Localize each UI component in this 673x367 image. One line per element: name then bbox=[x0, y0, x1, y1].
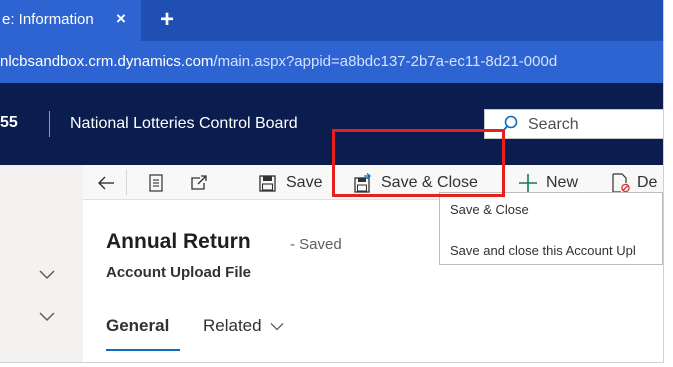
record-status: - Saved bbox=[290, 236, 342, 253]
save-button[interactable]: Save bbox=[259, 170, 322, 196]
form-selector-button[interactable] bbox=[149, 170, 163, 196]
form-icon bbox=[149, 174, 163, 192]
browser-tab[interactable]: e: Information × bbox=[0, 0, 141, 41]
open-in-new-window-button[interactable] bbox=[190, 170, 208, 196]
org-name[interactable]: National Lotteries Control Board bbox=[70, 115, 298, 133]
save-icon bbox=[259, 174, 276, 192]
address-bar[interactable]: nlcbsandbox.crm.dynamics.com/main.aspx?a… bbox=[0, 41, 663, 83]
tab-related[interactable]: Related bbox=[203, 316, 284, 336]
url-path: /main.aspx?appid=a8bdc137-2b7a-ec11-8d21… bbox=[213, 53, 558, 70]
app-brand[interactable]: 55 bbox=[0, 114, 18, 132]
tab-related-label: Related bbox=[203, 316, 262, 335]
tab-general[interactable]: General bbox=[106, 316, 169, 336]
record-entity-type: Account Upload File bbox=[106, 264, 252, 281]
open-new-window-icon bbox=[191, 175, 207, 190]
delete-icon bbox=[612, 173, 630, 193]
screenshot-frame: e: Information × + nlcbsandbox.crm.dynam… bbox=[0, 0, 664, 363]
search-box[interactable]: Search bbox=[484, 109, 663, 139]
save-and-close-tooltip: Save & Close Save and close this Account… bbox=[439, 192, 663, 265]
back-arrow-icon bbox=[98, 176, 114, 190]
close-icon[interactable]: × bbox=[116, 9, 126, 29]
browser-tab-strip: e: Information × + bbox=[0, 0, 663, 41]
active-tab-indicator bbox=[106, 349, 180, 351]
highlight-box bbox=[332, 129, 505, 197]
search-placeholder: Search bbox=[528, 116, 579, 133]
save-label: Save bbox=[286, 174, 323, 191]
tooltip-description: Save and close this Account Upl bbox=[450, 243, 636, 258]
back-button[interactable] bbox=[97, 170, 115, 196]
header-divider bbox=[49, 111, 50, 137]
new-label: New bbox=[546, 174, 579, 191]
url-host: nlcbsandbox.crm.dynamics.com bbox=[0, 53, 214, 70]
browser-tab-title: e: Information bbox=[2, 11, 94, 28]
record-title: Annual Return bbox=[106, 230, 251, 253]
plus-icon bbox=[519, 174, 537, 192]
left-nav bbox=[0, 165, 83, 362]
tooltip-title: Save & Close bbox=[450, 202, 529, 217]
chevron-down-icon bbox=[270, 322, 284, 330]
plus-icon[interactable]: + bbox=[160, 6, 174, 34]
chevron-down-icon[interactable] bbox=[38, 268, 56, 280]
delete-label: De bbox=[637, 174, 658, 191]
chevron-down-icon[interactable] bbox=[38, 310, 56, 322]
url-text: nlcbsandbox.crm.dynamics.com/main.aspx?a… bbox=[0, 53, 557, 70]
command-divider bbox=[126, 169, 127, 195]
